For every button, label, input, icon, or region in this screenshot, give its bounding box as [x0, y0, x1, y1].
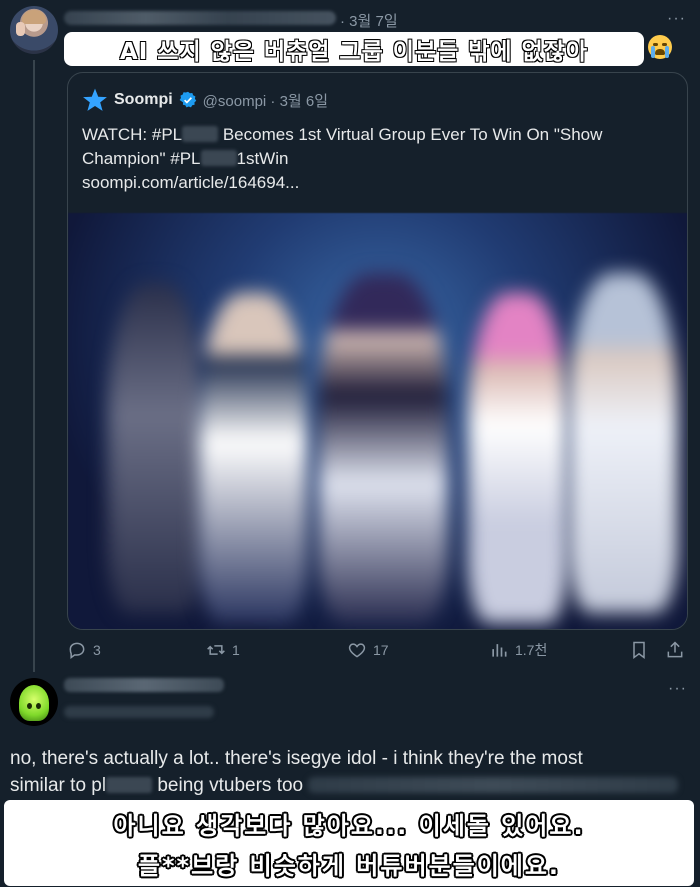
reply-button[interactable]: 3	[67, 640, 101, 660]
quote-handle-date: @soompi · 3월 6일	[202, 92, 329, 110]
caption-text: AI 쓰지 않은 버츄얼 그룹 이분들 밖에 없잖아	[119, 38, 589, 65]
tweet-reply[interactable]: ··· no, there's actually a lot.. there's…	[0, 672, 700, 887]
caption-line-2: 플**브랑 비슷하게 버튜버분들이에요.	[137, 852, 561, 880]
more-options-icon[interactable]: ···	[667, 10, 686, 28]
reply-count: 3	[93, 642, 101, 658]
tweet-main[interactable]: · 3월 7일 ··· AI 쓰지 않은 버츄얼 그룹 이분들 밖에 없잖아 S…	[0, 0, 700, 672]
quote-hashtag[interactable]: 1stWin	[237, 149, 289, 168]
tweet-actions: 3 1 17 1.7천	[67, 640, 688, 664]
bookmark-button[interactable]	[629, 640, 649, 660]
blurred-word	[182, 126, 219, 142]
like-count: 17	[373, 642, 389, 658]
loudly-crying-emoji-icon	[648, 35, 672, 59]
blurred-reply-handle	[64, 706, 214, 718]
tweet-date[interactable]: · 3월 7일	[340, 10, 398, 31]
blurred-reply-author-name	[64, 678, 224, 692]
thread-line	[33, 60, 35, 672]
subtitle-caption: AI 쓰지 않은 버츄얼 그룹 이분들 밖에 없잖아	[64, 32, 644, 66]
caption-line-1: 아니요 생각보다 많아요... 이세돌 있어요.	[113, 812, 585, 840]
like-button[interactable]: 17	[347, 640, 389, 660]
reply-icon	[69, 642, 85, 659]
quote-text: WATCH: #PL Becomes 1st Virtual Group Eve…	[82, 123, 672, 195]
avatar-slime	[19, 685, 49, 721]
more-options-icon[interactable]: ···	[668, 680, 687, 698]
reply-text-line: no, there's actually a lot.. there's ise…	[10, 748, 583, 769]
blurred-author-name	[64, 11, 336, 25]
retweet-button[interactable]: 1	[206, 640, 240, 660]
reply-text-line: being vtubers too	[152, 775, 304, 796]
views-chart-icon	[492, 644, 507, 657]
blurred-word	[106, 777, 153, 793]
subtitle-caption: 아니요 생각보다 많아요... 이세돌 있어요. 플**브랑 비슷하게 버튜버분…	[4, 800, 694, 886]
author-avatar[interactable]	[10, 6, 58, 54]
blurred-word	[200, 150, 237, 166]
quote-link[interactable]: soompi.com/article/164694...	[82, 173, 299, 192]
bookmark-icon	[633, 641, 645, 659]
retweet-icon	[207, 645, 225, 655]
quoted-tweet-card[interactable]: Soompi @soompi · 3월 6일 WATCH: #PL Become…	[67, 72, 688, 630]
share-button[interactable]	[665, 640, 685, 660]
share-icon	[667, 641, 683, 658]
blurred-group-photo[interactable]	[68, 213, 687, 629]
views-count: 1.7천	[515, 642, 548, 658]
heart-icon	[348, 643, 366, 658]
reply-text: no, there's actually a lot.. there's ise…	[10, 745, 700, 799]
retweet-count: 1	[232, 642, 240, 658]
avatar-hand	[16, 22, 25, 36]
avatar-hair	[22, 10, 46, 24]
reply-author-avatar[interactable]	[10, 678, 58, 726]
views-button[interactable]: 1.7천	[489, 640, 547, 660]
verified-badge-icon	[179, 91, 196, 108]
quote-author-name[interactable]: Soompi	[114, 91, 173, 109]
tweet-header: · 3월 7일 ···	[64, 8, 685, 31]
blurred-text-tail	[308, 777, 679, 793]
reply-text-line: similar to pl	[10, 775, 107, 796]
quote-text-part: WATCH: #PL	[82, 125, 183, 144]
soompi-star-icon	[83, 88, 107, 111]
quote-header: Soompi @soompi · 3월 6일	[82, 88, 329, 111]
